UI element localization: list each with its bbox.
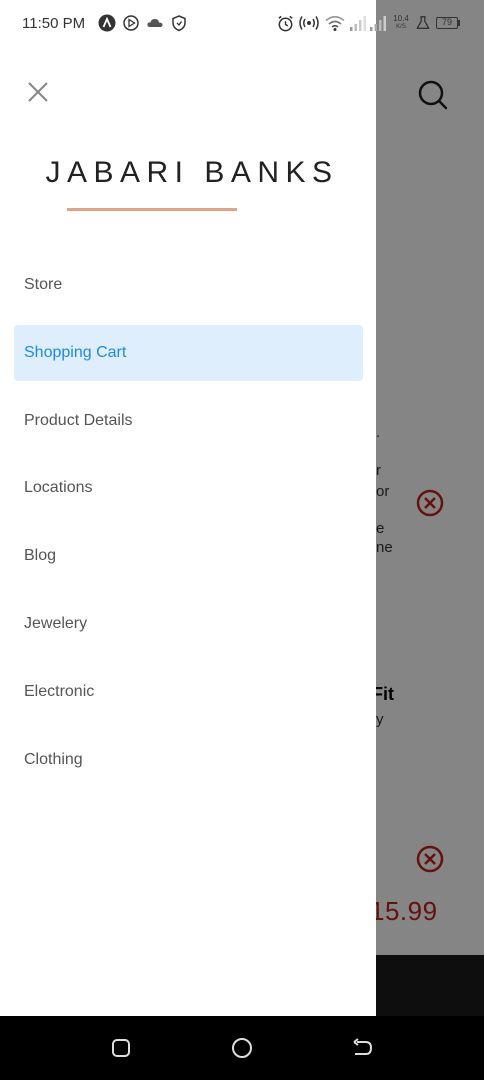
- menu-item-label: Locations: [24, 479, 93, 497]
- notification-a-icon: [98, 14, 116, 32]
- status-time: 11:50 PM: [22, 15, 86, 32]
- menu-item-electronic[interactable]: Electronic: [14, 664, 363, 720]
- menu-item-label: Jewelery: [24, 614, 88, 632]
- menu-item-label: Store: [24, 276, 63, 293]
- flask-icon: [416, 16, 430, 29]
- close-icon[interactable]: [22, 76, 54, 108]
- system-nav-bar: [0, 1016, 484, 1080]
- brand-underline: [67, 208, 237, 211]
- brand-logo: JABARI BANKS: [45, 156, 339, 189]
- menu-item-label: Product Details: [24, 411, 133, 429]
- battery-level: 79: [441, 17, 452, 27]
- menu-item-label: Shopping Cart: [24, 343, 127, 361]
- signal-icon: [370, 16, 386, 31]
- alarm-icon: [278, 15, 293, 32]
- network-speed-unit: K/S: [396, 24, 406, 30]
- back-icon[interactable]: [351, 1036, 375, 1060]
- menu-item-locations[interactable]: Locations: [14, 460, 363, 516]
- menu-item-shopping-cart[interactable]: Shopping Cart: [14, 324, 363, 381]
- navigation-drawer: JABARI BANKS Store Shopping Cart Product…: [0, 48, 376, 1016]
- menu-item-label: Blog: [24, 547, 57, 565]
- cloud-icon: [147, 19, 163, 27]
- battery-icon: 79: [436, 17, 458, 29]
- menu-item-clothing[interactable]: Clothing: [14, 732, 363, 788]
- menu-item-label: Electronic: [24, 682, 95, 700]
- network-speed-value: 10.4: [393, 14, 409, 23]
- home-icon[interactable]: [230, 1036, 254, 1060]
- menu-item-jewelery[interactable]: Jewelery: [14, 596, 363, 652]
- menu-item-product-details[interactable]: Product Details: [14, 393, 363, 449]
- hotspot-icon: [299, 16, 319, 30]
- menu-item-store[interactable]: Store: [14, 257, 363, 313]
- status-bar: 11:50 PM 10.4 K/S 79: [0, 0, 460, 48]
- shield-icon: [172, 15, 186, 32]
- signal-icon: [350, 16, 366, 31]
- network-speed: 10.4 K/S: [391, 15, 411, 31]
- recents-icon[interactable]: [109, 1036, 133, 1060]
- menu-item-label: Clothing: [24, 750, 83, 768]
- battery-tip: [458, 20, 460, 26]
- wifi-icon: [325, 15, 345, 31]
- drawer-menu: Store Shopping Cart Product Details Loca…: [14, 257, 363, 799]
- menu-item-blog[interactable]: Blog: [14, 528, 363, 584]
- play-circle-icon: [123, 15, 139, 31]
